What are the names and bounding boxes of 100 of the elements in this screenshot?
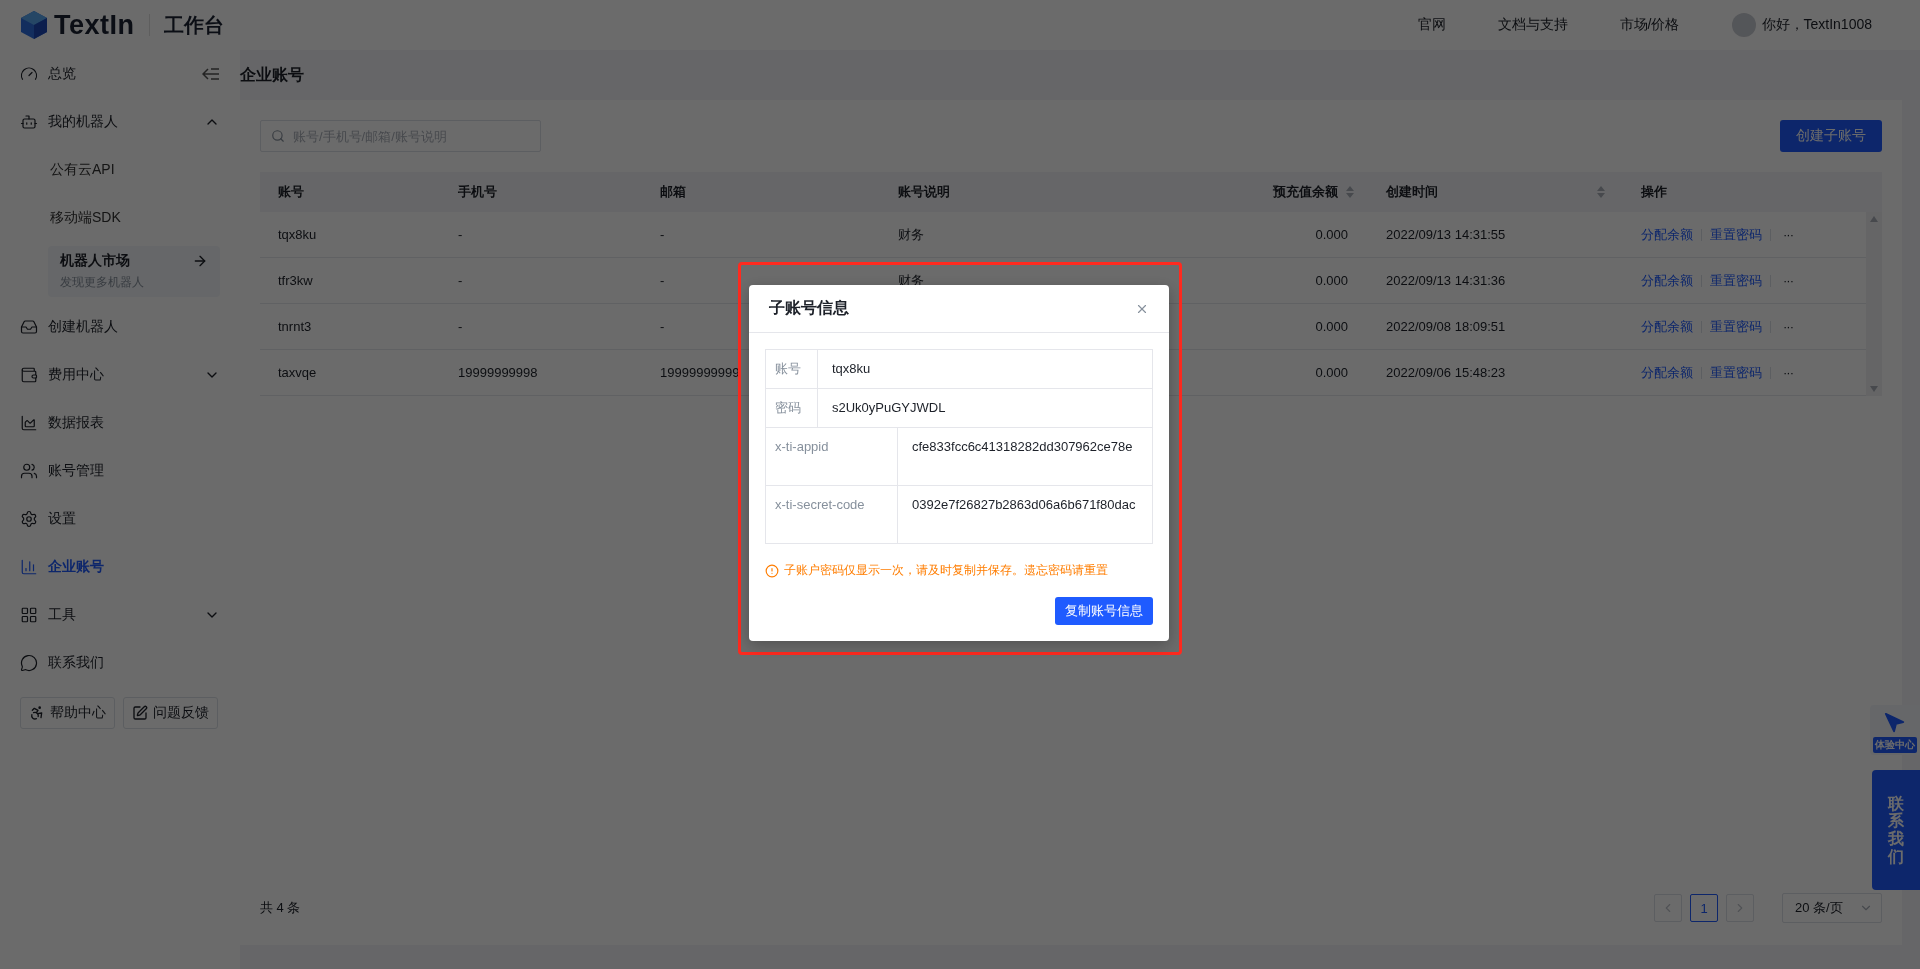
page-button[interactable]: 1 [1690,894,1718,922]
table-cell: tqx8ku [278,227,317,242]
action-link[interactable]: 重置密码 [1710,317,1762,336]
nav-subitem[interactable]: 移动端SDK [20,194,220,242]
action-link[interactable]: 重置密码 [1710,225,1762,244]
nav-item[interactable]: 联系我们 [20,639,220,687]
table-cell: 19999999999 [660,365,740,380]
field-label: x-ti-appid [766,428,898,486]
column-header: 预充值余额 [1273,183,1338,201]
nav-icon [20,606,38,624]
promo-title: 机器人市场 [60,252,130,270]
action-link[interactable]: 分配余额 [1641,225,1693,244]
table-cell: taxvqe [278,365,317,380]
action-link[interactable]: 分配余额 [1641,271,1693,290]
nav-icon [20,318,38,336]
header-link[interactable]: 市场/价格 [1619,16,1680,34]
table-cell: 2022/09/13 14:31:36 [1386,273,1506,288]
nav-icon [20,414,38,432]
column-header: 创建时间 [1386,183,1438,201]
nav-item[interactable]: 数据报表 [20,399,220,447]
sort-icon[interactable] [1346,186,1354,198]
table-cell: - [458,273,463,288]
scroll-up-icon[interactable] [1870,216,1878,222]
page-size-select[interactable]: 20 条/页 [1782,893,1882,923]
warning-text: 子账户密码仅显示一次，请及时复制并保存。遗忘密码请重置 [784,562,1108,579]
column-header: 账号 [278,183,304,201]
nav-icon [20,654,38,672]
user-greeting[interactable]: 你好，TextIn1008 [1761,16,1872,34]
copy-button[interactable]: 复制账号信息 [1055,597,1153,625]
nav-icon [20,510,38,528]
experience-center-button[interactable]: 体验中心 [1870,705,1920,755]
nav-item[interactable]: 总览 [20,50,220,98]
contact-tab[interactable]: 联系我们 [1872,770,1920,890]
app-title: 工作台 [163,12,224,38]
scrollbar[interactable] [1866,212,1882,396]
action-link[interactable]: 重置密码 [1710,271,1762,290]
header-link[interactable]: 官网 [1417,16,1446,34]
nav-item[interactable]: 费用中心 [20,351,220,399]
action-link[interactable]: 分配余额 [1641,363,1693,382]
table-cell: 0.000 [1315,227,1348,242]
logo-icon [20,10,48,40]
table-cell: 0.000 [1315,273,1348,288]
dialog-title: 子账号信息 [769,298,849,318]
create-button[interactable]: 创建子账号 [1780,120,1882,152]
field-value: tqx8ku [818,350,1153,389]
field-value: s2Uk0yPuGYJWDL [818,389,1153,428]
help-button[interactable]: 问题反馈 [123,697,218,729]
search-icon [271,129,285,143]
field-label: x-ti-secret-code [766,486,898,544]
action-link[interactable]: 分配余额 [1641,317,1693,336]
more-button[interactable]: ··· [1779,365,1797,380]
nav-item[interactable]: 工具 [20,591,220,639]
nav-item[interactable]: 账号管理 [20,447,220,495]
table-cell: 2022/09/13 14:31:55 [1386,227,1506,242]
edit-icon [132,705,148,721]
table-cell: 2022/09/06 15:48:23 [1386,365,1506,380]
brand-name: TextIn [54,9,135,41]
table-cell: 财务 [898,226,924,242]
more-button[interactable]: ··· [1779,227,1797,242]
table-cell: - [660,227,665,242]
sort-icon[interactable] [1597,186,1605,198]
scroll-down-icon[interactable] [1870,386,1878,392]
help-button[interactable]: 帮助中心 [20,697,115,729]
more-button[interactable]: ··· [1779,319,1797,334]
table-cell: tfr3kw [278,273,313,288]
accessibility-icon [29,705,45,721]
field-label: 账号 [766,350,818,389]
table-cell: tnrnt3 [278,319,312,334]
column-header: 手机号 [458,183,497,201]
table-cell: - [458,319,463,334]
table-cell: - [660,273,665,288]
next-page-button[interactable] [1726,894,1754,922]
table-cell: 0.000 [1315,319,1348,334]
table-cell: 19999999998 [458,365,538,380]
nav-icon [20,65,38,83]
page-title: 企业账号 [240,64,305,85]
warning-icon [765,563,779,578]
collapse-icon[interactable] [202,67,220,81]
nav-subitem[interactable]: 公有云API [20,146,220,194]
table-cell: 0.000 [1315,365,1348,380]
nav-item[interactable]: 企业账号 [20,543,220,591]
more-button[interactable]: ··· [1779,273,1797,288]
nav-icon [20,113,38,131]
nav-icon [20,366,38,384]
nav-item[interactable]: 创建机器人 [20,303,220,351]
column-header: 邮箱 [660,183,686,201]
action-link[interactable]: 重置密码 [1710,363,1762,382]
column-header: 操作 [1641,183,1667,201]
nav-icon [20,462,38,480]
table-cell: - [458,227,463,242]
field-value: cfe833fcc6c41318282dd307962ce78e [898,428,1153,486]
total-count: 共 4 条 [260,899,301,917]
previous-page-button[interactable] [1654,894,1682,922]
table-cell: - [660,319,665,334]
nav-item[interactable]: 我的机器人 [20,98,220,146]
navigation-icon [1884,712,1906,734]
field-value: 0392e7f26827b2863d06a6b671f80dac [898,486,1153,544]
nav-item[interactable]: 设置 [20,495,220,543]
header-link[interactable]: 文档与支持 [1497,16,1568,34]
table-cell: 2022/09/08 18:09:51 [1386,319,1506,334]
